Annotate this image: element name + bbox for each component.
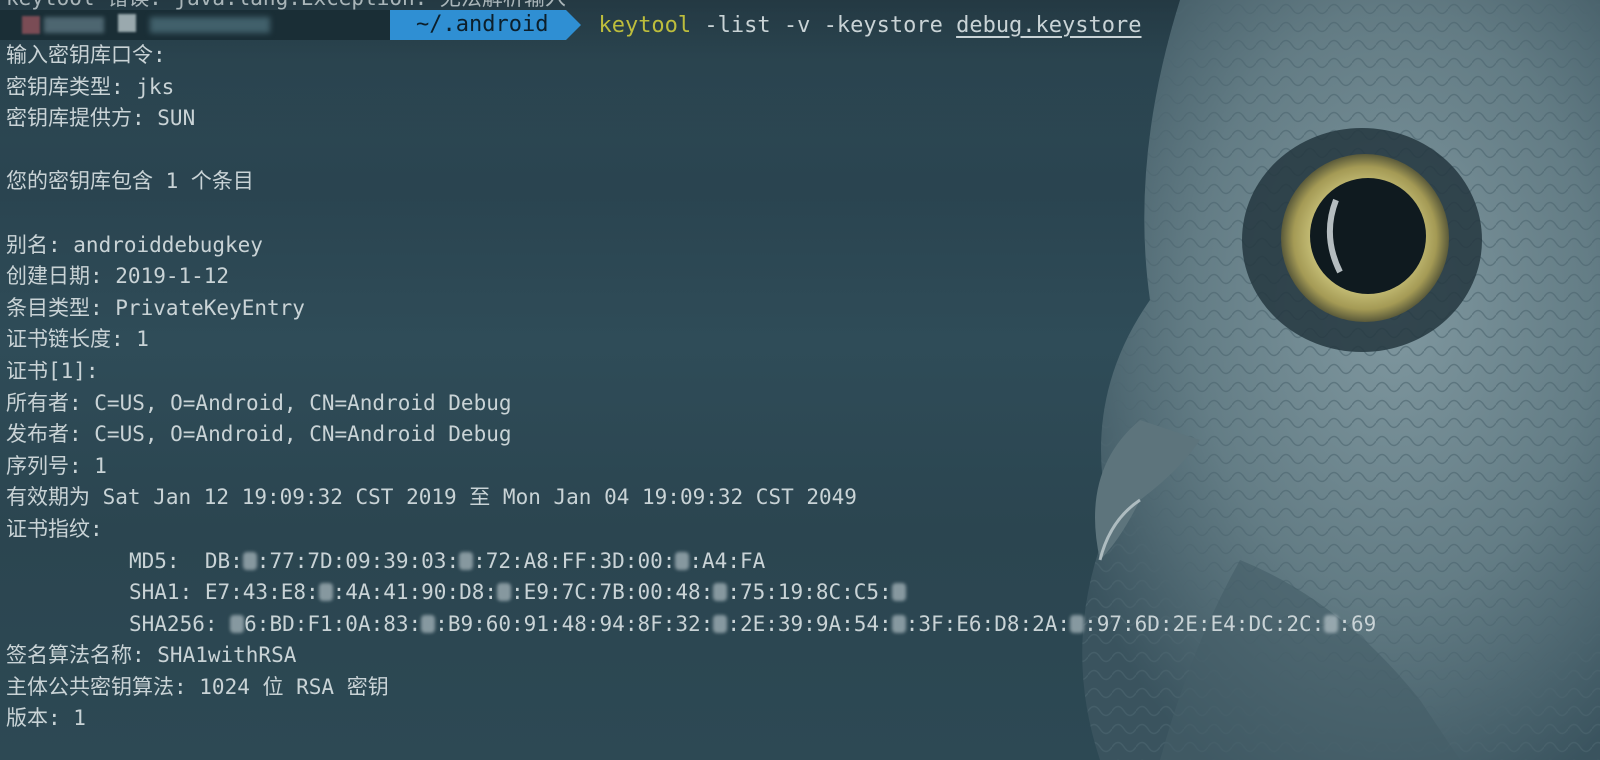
created-date-line: 创建日期: 2019-1-12 [6, 264, 230, 289]
keystore-provider: 密钥库提供方: SUN [6, 106, 196, 131]
redaction-mask [1324, 614, 1339, 633]
keystore-type: 密钥库类型: jks [6, 74, 175, 99]
sha256-fingerprint-line: SHA256: 6:BD:F1:0A:83::B9:60:91:48:94:8F… [129, 611, 1377, 636]
redaction-mask [891, 614, 906, 633]
fingerprints-header: 证书指纹: [6, 516, 103, 541]
sha1-fingerprint-line: SHA1: E7:43:E8::4A:41:90:D8::E9:7C:7B:00… [6, 577, 1600, 609]
redaction-mask [497, 583, 512, 602]
issuer-line: 发布者: C=US, O=Android, CN=Android Debug [6, 422, 512, 447]
alias-line: 别名: androiddebugkey [6, 232, 263, 257]
chain-length-line: 证书链长度: 1 [6, 327, 149, 352]
redaction-mask [318, 583, 333, 602]
redaction-mask [713, 583, 728, 602]
redaction-mask [1070, 614, 1085, 633]
redaction-mask [713, 614, 728, 633]
entries-count: 您的密钥库包含 1 个条目 [6, 169, 254, 194]
command-args: -list -v -keystore [691, 12, 957, 38]
redaction-mask [242, 551, 257, 570]
command-file-arg[interactable]: debug.keystore [956, 13, 1141, 38]
directory-segment: ~/.android [390, 10, 582, 40]
md5-fingerprint-line: MD5: DB::77:7D:09:39:03::72:A8:FF:3D:00:… [129, 548, 766, 573]
serial-line: 序列号: 1 [6, 453, 107, 478]
redaction-mask [230, 614, 245, 633]
cert-index-line: 证书[1]: [6, 358, 99, 383]
signature-algorithm-line: 签名算法名称: SHA1withRSA [6, 643, 297, 668]
password-prompt: 输入密钥库口令: [6, 43, 166, 67]
redacted-user-segment [0, 10, 390, 40]
entry-type-line: 条目类型: PrivateKeyEntry [6, 295, 305, 320]
redaction-mask [891, 583, 906, 602]
prompt-line: ~/.android keytool -list -v -keystore de… [0, 8, 1142, 42]
command-name: keytool [598, 12, 692, 38]
version-line: 版本: 1 [6, 706, 86, 731]
public-key-line: 主体公共密钥算法: 1024 位 RSA 密钥 [6, 674, 389, 699]
command-text: keytool -list -v -keystore debug.keystor… [598, 13, 1141, 38]
redaction-mask [459, 551, 474, 570]
owner-line: 所有者: C=US, O=Android, CN=Android Debug [6, 390, 512, 415]
validity-line: 有效期为 Sat Jan 12 19:09:32 CST 2019 至 Mon … [6, 485, 857, 510]
terminal-window[interactable]: keytool 错误: java.lang.Exception: 无法解析输入 … [0, 0, 1600, 760]
redaction-mask [421, 614, 436, 633]
redaction-mask [675, 551, 690, 570]
